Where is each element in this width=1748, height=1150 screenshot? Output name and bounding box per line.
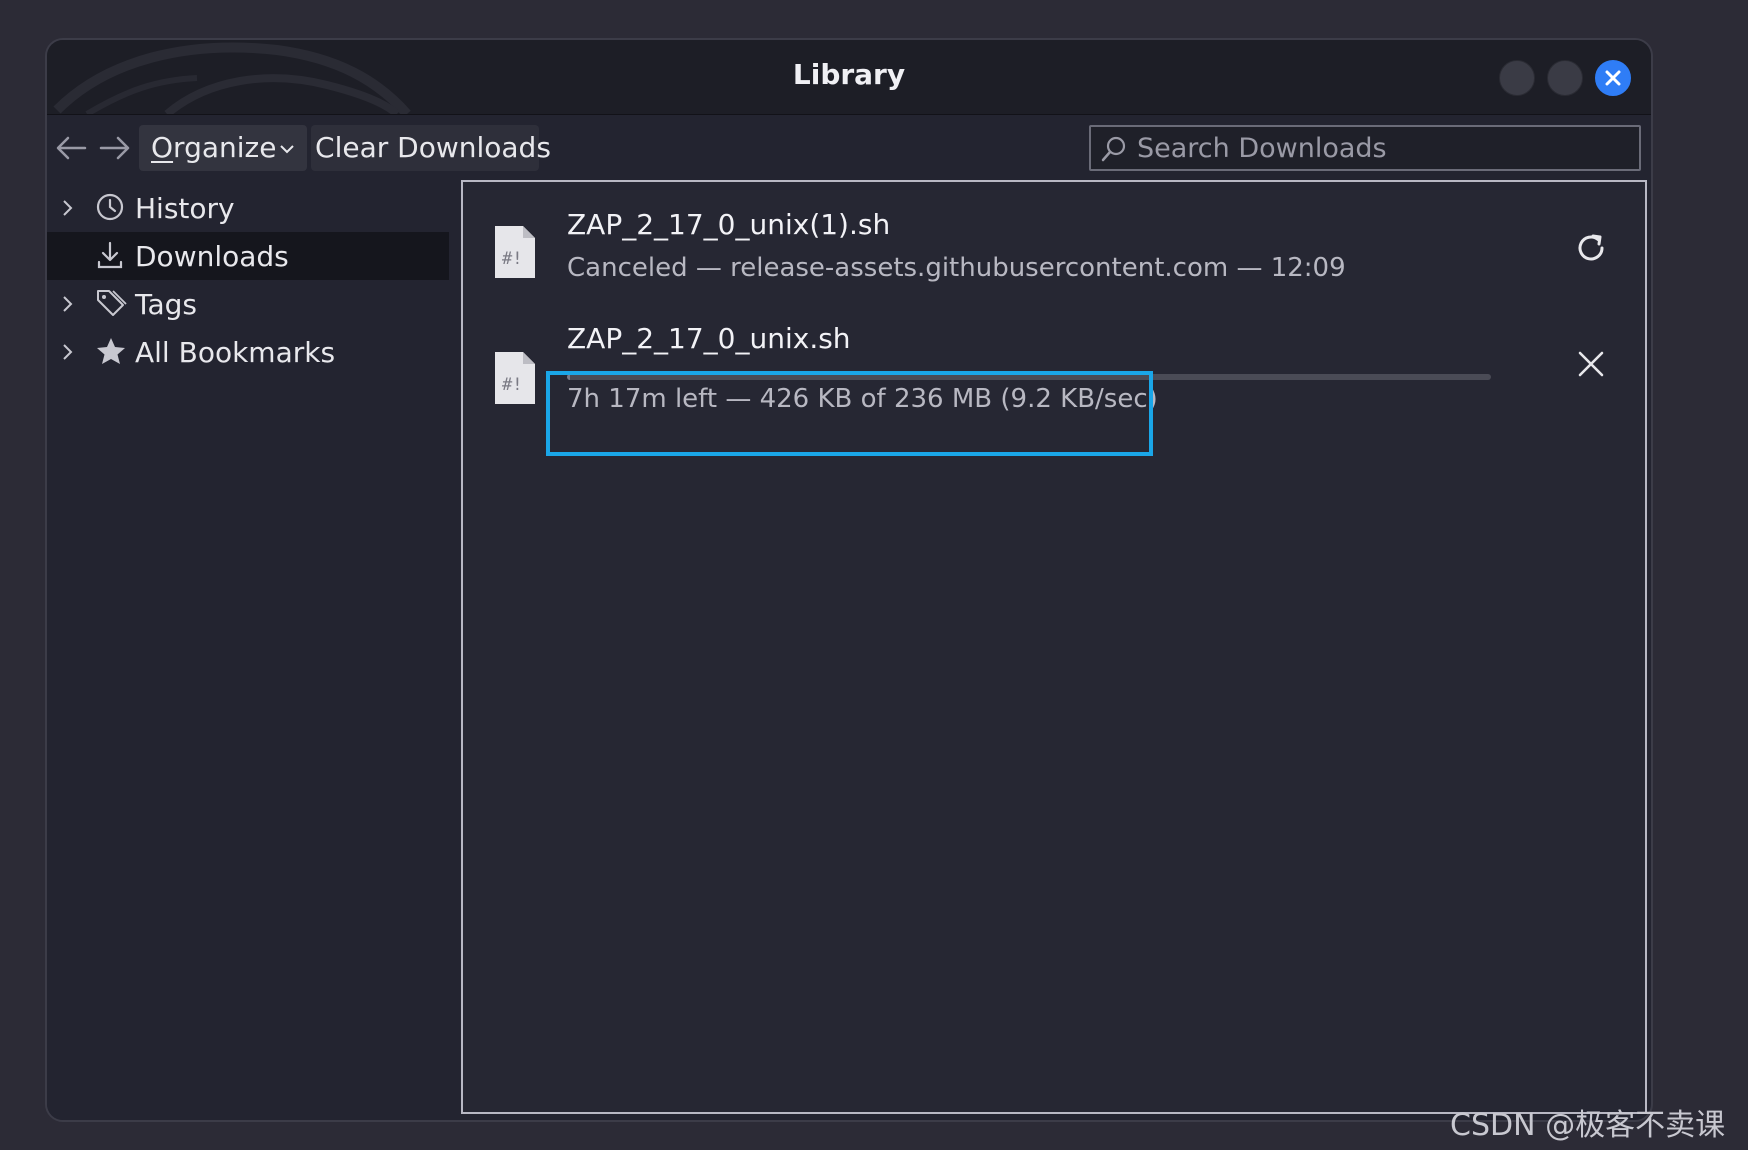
shell-script-file-icon: #! — [495, 226, 535, 278]
close-icon — [1605, 70, 1621, 86]
window-title: Library — [792, 58, 906, 91]
chevron-right-icon[interactable] — [61, 198, 75, 218]
maximize-button[interactable] — [1547, 60, 1583, 96]
clear-downloads-accel-letter: C — [315, 131, 335, 164]
library-window: Library Organize Clear Downloads Search … — [45, 38, 1653, 1122]
clear-downloads-button[interactable]: Clear Downloads — [311, 125, 551, 171]
organize-accel-letter: O — [151, 131, 174, 164]
download-icon — [97, 241, 123, 269]
forward-arrow-icon[interactable] — [99, 135, 131, 161]
cancel-icon[interactable] — [1571, 344, 1611, 384]
organize-label: rganize — [173, 131, 277, 164]
chevron-right-icon[interactable] — [61, 342, 75, 362]
sidebar-item-downloads[interactable]: Downloads — [47, 232, 449, 280]
sidebar-item-label: Downloads — [135, 240, 289, 273]
clear-downloads-label: lear Downloads — [334, 131, 551, 164]
shell-script-file-icon: #! — [495, 352, 535, 404]
watermark-text: CSDN @极客不卖课 — [1450, 1108, 1726, 1143]
sidebar-item-label: All Bookmarks — [135, 336, 336, 369]
organize-button[interactable]: Organize — [139, 125, 307, 171]
minimize-button[interactable] — [1499, 60, 1535, 96]
download-item[interactable]: #! ZAP_2_17_0_unix(1).sh Canceled — rele… — [463, 190, 1645, 310]
search-icon — [1101, 136, 1126, 162]
search-box[interactable] — [1089, 125, 1641, 171]
sidebar: History Downloads Tags All Bookmarks — [47, 180, 449, 1120]
tag-icon — [97, 290, 127, 316]
sidebar-item-label: History — [135, 192, 235, 225]
chevron-right-icon[interactable] — [61, 294, 75, 314]
download-filename: ZAP_2_17_0_unix.sh — [567, 322, 851, 355]
downloads-list[interactable]: #! ZAP_2_17_0_unix(1).sh Canceled — rele… — [461, 180, 1647, 1114]
download-status: Canceled — release-assets.githubusercont… — [567, 253, 1346, 283]
sidebar-item-history[interactable]: History — [47, 184, 449, 232]
close-window-button[interactable] — [1595, 60, 1631, 96]
highlight-annotation — [546, 371, 1153, 456]
title-bar[interactable]: Library — [47, 40, 1651, 115]
search-input[interactable] — [1137, 127, 1627, 169]
sidebar-item-label: Tags — [135, 288, 197, 321]
download-filename: ZAP_2_17_0_unix(1).sh — [567, 208, 891, 241]
sidebar-item-tags[interactable]: Tags — [47, 280, 449, 328]
sidebar-item-all-bookmarks[interactable]: All Bookmarks — [47, 328, 449, 376]
svg-text:#!: #! — [502, 375, 522, 395]
clock-icon — [96, 193, 124, 221]
toolbar: Organize Clear Downloads — [47, 115, 1651, 179]
svg-text:#!: #! — [502, 249, 522, 269]
retry-icon[interactable] — [1571, 228, 1611, 268]
back-arrow-icon[interactable] — [55, 135, 87, 161]
chevron-down-icon — [280, 145, 295, 154]
star-icon — [97, 338, 125, 364]
